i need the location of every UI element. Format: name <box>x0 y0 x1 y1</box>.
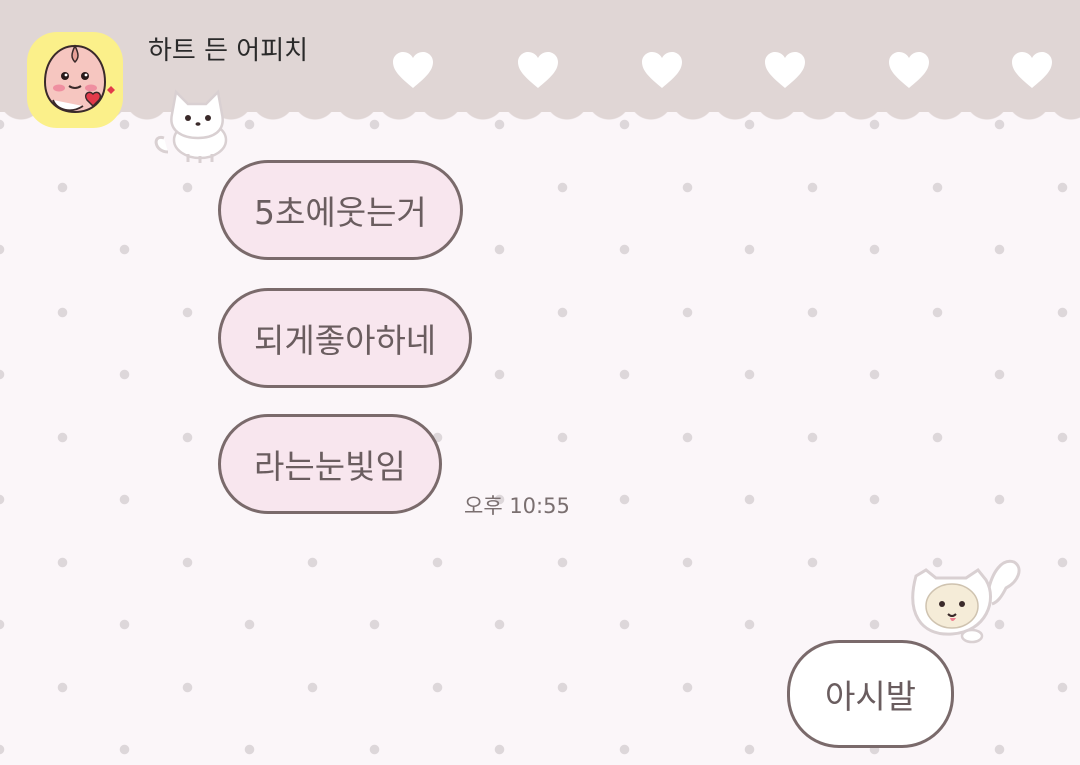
apeach-with-heart-icon <box>43 44 115 114</box>
message-timestamp: 오후 10:55 <box>464 494 570 518</box>
cream-kitten-icon <box>911 559 1021 644</box>
outgoing-message-bubble[interactable]: 아시발 <box>787 640 954 748</box>
chat-partner-name: 하트 든 어피치 <box>148 36 309 66</box>
heart-icon <box>393 52 433 88</box>
heart-icon <box>765 52 805 88</box>
heart-icon <box>642 52 682 88</box>
white-kitten-icon <box>154 89 228 163</box>
incoming-message-bubble[interactable]: 5초에웃는거 <box>218 160 463 260</box>
heart-icon <box>1012 52 1052 88</box>
profile-avatar[interactable] <box>27 32 123 128</box>
incoming-message-bubble[interactable]: 되게좋아하네 <box>218 288 473 388</box>
heart-icon <box>889 52 929 88</box>
incoming-message-bubble[interactable]: 라는눈빛임 <box>218 414 442 514</box>
heart-icon <box>518 52 558 88</box>
